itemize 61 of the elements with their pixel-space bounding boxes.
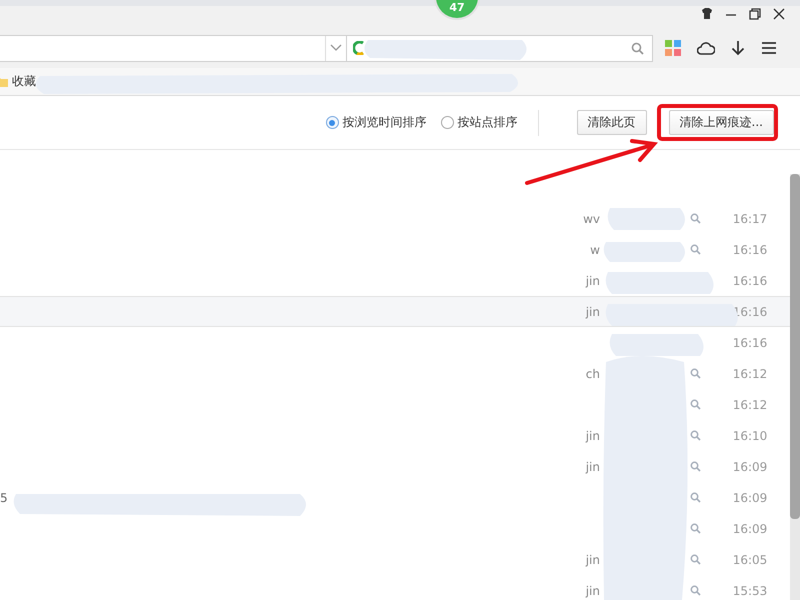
- history-row[interactable]: ch 16:12: [0, 358, 790, 389]
- clear-button[interactable]: 清除此页: [576, 110, 647, 135]
- history-row[interactable]: 16:12: [0, 389, 790, 420]
- site-domain: jin: [586, 460, 600, 474]
- restore-icon[interactable]: [748, 7, 762, 21]
- visit-time: 16:10: [732, 428, 768, 442]
- visit-time: 16:09: [732, 460, 768, 474]
- bookmark-folder[interactable]: 收藏: [0, 73, 36, 90]
- history-row[interactable]: jin 16:16: [0, 265, 790, 296]
- scrollbar-thumb[interactable]: [790, 174, 800, 519]
- search-icon[interactable]: [690, 554, 701, 565]
- visit-time: 16:16: [732, 336, 768, 350]
- apps-icon[interactable]: [665, 40, 681, 56]
- address-field[interactable]: [0, 34, 347, 62]
- search-icon[interactable]: [690, 399, 701, 410]
- download-icon[interactable]: [731, 40, 745, 56]
- history-row[interactable]: jin 16:05: [0, 544, 790, 575]
- visit-time: 16:12: [732, 366, 768, 380]
- site-domain: jin: [586, 428, 600, 442]
- site-domain: jin: [586, 274, 600, 288]
- page-title: 5: [0, 490, 8, 504]
- search-icon[interactable]: [690, 585, 701, 596]
- site-domain: w: [590, 242, 600, 256]
- visit-time: 16:16: [732, 242, 768, 256]
- visit-time: 16:05: [732, 552, 768, 566]
- history-row[interactable]: jin 16:10: [0, 420, 790, 451]
- search-icon[interactable]: [690, 492, 701, 503]
- site-domain: jin: [586, 584, 600, 598]
- sort-radio[interactable]: 按站点排序: [440, 114, 518, 131]
- history-row[interactable]: wv 16:17: [0, 203, 790, 234]
- visit-time: 15:53: [732, 584, 768, 598]
- close-icon[interactable]: [772, 7, 786, 21]
- history-row[interactable]: jin 15:53: [0, 575, 790, 600]
- search-icon[interactable]: [690, 461, 701, 472]
- visit-time: 16:09: [732, 490, 768, 504]
- site-domain: jin: [586, 552, 600, 566]
- cloud-icon[interactable]: [697, 41, 715, 55]
- visit-time: 16:16: [732, 274, 768, 288]
- visit-time: 16:12: [732, 398, 768, 412]
- dropdown-icon[interactable]: [330, 44, 342, 52]
- site-domain: ch: [586, 366, 600, 380]
- search-icon[interactable]: [690, 430, 701, 441]
- sort-radio[interactable]: 按浏览时间排序: [326, 114, 427, 131]
- search-icon[interactable]: [690, 244, 701, 255]
- clear-button[interactable]: 清除上网痕迹...: [668, 110, 774, 135]
- site-domain: jin: [586, 304, 600, 318]
- search-icon[interactable]: [690, 213, 701, 224]
- history-row[interactable]: w 16:16: [0, 234, 790, 265]
- visit-time: 16:17: [732, 212, 768, 226]
- menu-icon[interactable]: [761, 41, 777, 55]
- history-row[interactable]: 16:16: [0, 327, 790, 358]
- search-icon[interactable]: [690, 523, 701, 534]
- history-row[interactable]: 16:09: [0, 513, 790, 544]
- search-icon[interactable]: [631, 42, 644, 54]
- notification-badge[interactable]: 47: [434, 0, 480, 20]
- site-domain: wv: [583, 212, 600, 226]
- skin-icon[interactable]: [700, 7, 714, 21]
- search-icon[interactable]: [690, 368, 701, 379]
- history-row[interactable]: jin 16:09: [0, 451, 790, 482]
- visit-time: 16:09: [732, 522, 768, 536]
- search-engine-icon: [353, 41, 365, 55]
